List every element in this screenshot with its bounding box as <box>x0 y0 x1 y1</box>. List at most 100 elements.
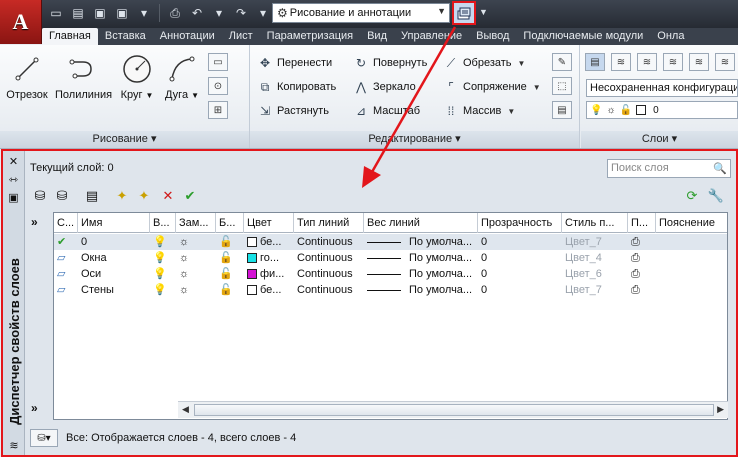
layer-transparency[interactable]: 0 <box>478 266 562 282</box>
layer-linetype[interactable]: Continuous <box>294 250 364 266</box>
scroll-thumb[interactable] <box>194 404 714 416</box>
tab-output[interactable]: Вывод <box>469 28 516 45</box>
printer-icon[interactable]: ⎙ <box>628 266 656 282</box>
application-menu-button[interactable]: A <box>0 0 42 44</box>
layer-previous-icon[interactable]: ≋ <box>715 53 735 71</box>
layer-name[interactable]: Оси <box>78 266 150 282</box>
col-lock[interactable]: Б... <box>216 213 244 233</box>
array-tool[interactable]: ⁞⁞ Массив ▼ <box>442 101 516 121</box>
expand-filter-pane-icon[interactable]: » <box>31 215 38 229</box>
modify-panel-title[interactable]: Редактирование ▾ <box>250 131 579 148</box>
printer-icon[interactable]: ⎙ <box>628 282 656 298</box>
boundary-tool[interactable]: ⊞ <box>208 101 228 119</box>
layer-color[interactable]: бе... <box>244 234 294 250</box>
publish-icon[interactable]: ▾ <box>134 4 154 22</box>
scale-tool[interactable]: ⊿ Масштаб <box>352 101 420 121</box>
new-file-icon[interactable]: ▭ <box>46 4 66 22</box>
layer-description[interactable] <box>656 250 726 266</box>
set-current-icon[interactable]: ✔ <box>180 187 200 205</box>
layer-isolate-icon[interactable]: ≋ <box>637 53 657 71</box>
arc-tool[interactable]: Дуга ▼ <box>155 51 209 101</box>
sun-icon[interactable]: ☼ <box>176 282 216 298</box>
col-color[interactable]: Цвет <box>244 213 294 233</box>
polyline-tool[interactable]: Полилиния <box>55 51 112 101</box>
sun-icon[interactable]: ☼ <box>176 266 216 282</box>
bulb-icon[interactable]: 💡 <box>150 250 176 266</box>
layer-properties-ribbon-button[interactable]: ▤ <box>585 53 605 71</box>
col-description[interactable]: Пояснение <box>656 213 726 233</box>
layer-unisolate-icon[interactable]: ≋ <box>663 53 683 71</box>
mirror-tool[interactable]: ⋀ Зеркало <box>352 77 416 97</box>
stretch-tool[interactable]: ⇲ Растянуть <box>256 101 329 121</box>
tab-home[interactable]: Главная <box>42 28 98 45</box>
new-layer-vp-frozen-icon[interactable]: ✦ <box>134 187 154 205</box>
layer-linetype[interactable]: Continuous <box>294 266 364 282</box>
settings-wrench-icon[interactable]: 🔧 <box>706 187 726 205</box>
layer-transparency[interactable]: 0 <box>478 282 562 298</box>
layer-description[interactable] <box>656 282 726 298</box>
col-freeze[interactable]: Зам... <box>176 213 216 233</box>
layer-transparency[interactable]: 0 <box>478 250 562 266</box>
workspace-select[interactable]: ⚙ Рисование и аннотации ▼ <box>272 3 450 23</box>
line-tool[interactable]: Отрезок <box>0 51 54 101</box>
tab-view[interactable]: Вид <box>360 28 394 45</box>
layer-search-input[interactable]: Поиск слоя 🔍 <box>607 159 731 178</box>
hatch-tool[interactable]: ⊙ <box>208 77 228 95</box>
layer-color[interactable]: го... <box>244 250 294 266</box>
move-tool[interactable]: ✥ Перенести <box>256 53 332 73</box>
trim-tool[interactable]: ⟋ Обрезать ▼ <box>442 53 526 73</box>
properties-menu-icon[interactable]: ▣ <box>5 189 23 205</box>
layer-row[interactable]: ▱ Оси 💡 ☼ 🔓 фи... Continuous По умолча..… <box>54 266 727 282</box>
layer-row[interactable]: ▱ Стены 💡 ☼ 🔓 бе... Continuous По умолча… <box>54 282 727 298</box>
layer-match-icon[interactable]: ≋ <box>689 53 709 71</box>
refresh-icon[interactable]: ⟳ <box>682 187 702 205</box>
col-lineweight[interactable]: Вес линий <box>364 213 478 233</box>
bulb-icon[interactable]: 💡 <box>150 266 176 282</box>
col-name[interactable]: Имя <box>78 213 150 233</box>
layer-name[interactable]: Окна <box>78 250 150 266</box>
layer-name[interactable]: Стены <box>78 282 150 298</box>
layer-description[interactable] <box>656 234 726 250</box>
unlock-icon[interactable]: 🔓 <box>216 234 244 250</box>
new-layer-icon[interactable]: ✦ <box>112 187 132 205</box>
col-status[interactable]: С... <box>54 213 78 233</box>
layer-properties-button[interactable] <box>452 1 476 25</box>
bulb-icon[interactable]: 💡 <box>150 234 176 250</box>
undo-icon[interactable]: ↶ <box>187 4 207 22</box>
autohide-icon[interactable]: ⇿ <box>5 171 23 187</box>
tab-plugins[interactable]: Подключаемые модули <box>516 28 650 45</box>
open-folder-icon[interactable]: ▤ <box>68 4 88 22</box>
undo-dropdown-icon[interactable]: ▾ <box>209 4 229 22</box>
layer-linetype[interactable]: Continuous <box>294 234 364 250</box>
draw-panel-title[interactable]: Рисование ▾ <box>0 131 249 148</box>
layer-lineweight[interactable]: По умолча... <box>364 282 478 298</box>
layer-lineweight[interactable]: По умолча... <box>364 266 478 282</box>
rectangle-tool[interactable]: ▭ <box>208 53 228 71</box>
unlock-icon[interactable]: 🔓 <box>216 250 244 266</box>
layer-row[interactable]: ▱ Окна 💡 ☼ 🔓 го... Continuous По умолча.… <box>54 250 727 266</box>
layer-color[interactable]: бе... <box>244 282 294 298</box>
unlock-icon[interactable]: 🔓 <box>216 282 244 298</box>
layer-lineweight[interactable]: По умолча... <box>364 250 478 266</box>
save-as-icon[interactable]: ▣ <box>112 4 132 22</box>
collapse-filter-pane-icon[interactable]: » <box>31 401 38 415</box>
save-icon[interactable]: ▣ <box>90 4 110 22</box>
layer-state-select[interactable]: Несохраненная конфигурация <box>586 79 738 97</box>
col-transparency[interactable]: Прозрачность <box>478 213 562 233</box>
tab-insert[interactable]: Вставка <box>98 28 153 45</box>
redo-icon[interactable]: ↷ <box>231 4 251 22</box>
tab-annotate[interactable]: Аннотации <box>153 28 222 45</box>
bulb-icon[interactable]: 💡 <box>150 282 176 298</box>
toolbar-dropdown-icon[interactable]: ▼ <box>479 7 488 17</box>
current-layer-select[interactable]: 💡 ☼ 🔓 0 <box>586 101 738 119</box>
unlock-icon[interactable]: 🔓 <box>216 266 244 282</box>
redo-dropdown-icon[interactable]: ▾ <box>253 4 273 22</box>
sun-icon[interactable]: ☼ <box>176 234 216 250</box>
tab-layout[interactable]: Лист <box>222 28 260 45</box>
explode-tool[interactable]: ⬚ <box>552 77 572 95</box>
sun-icon[interactable]: ☼ <box>176 250 216 266</box>
layer-state-icon[interactable]: ≋ <box>611 53 631 71</box>
layer-name[interactable]: 0 <box>78 234 150 250</box>
tab-manage[interactable]: Управление <box>394 28 469 45</box>
new-property-filter-icon[interactable]: ⛁ <box>30 187 50 205</box>
